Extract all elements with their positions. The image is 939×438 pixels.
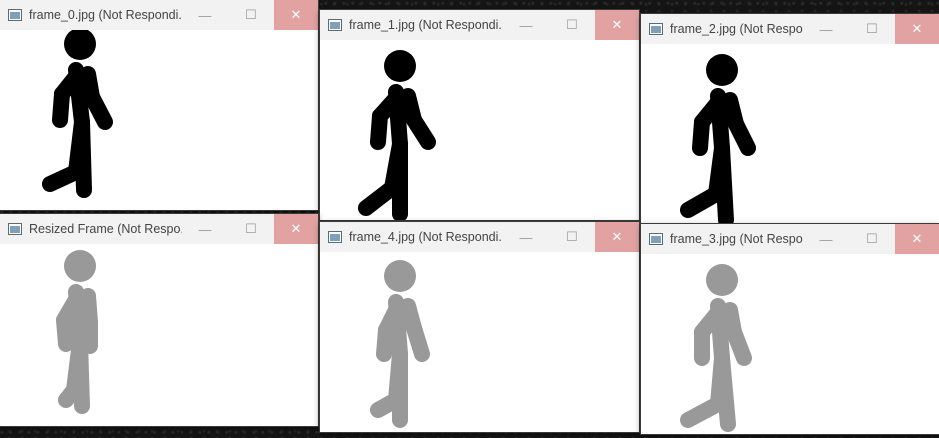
close-button[interactable]: ✕ (595, 222, 639, 252)
figure-head (706, 54, 738, 86)
window-frame-3[interactable]: frame_3.jpg (Not Respondi... — ☐ ✕ (641, 224, 939, 434)
stick-figure (56, 250, 98, 414)
figure-limb (56, 312, 74, 352)
window-app-icon (649, 233, 663, 245)
maximize-button[interactable]: ☐ (228, 214, 274, 244)
close-icon: ✕ (290, 7, 302, 22)
image-view (0, 244, 318, 426)
maximize-icon: ☐ (245, 221, 257, 236)
figure-limb (52, 86, 70, 128)
image-view (641, 254, 939, 434)
minimize-icon: — (519, 229, 533, 245)
window-app-icon (8, 9, 22, 21)
minimize-button[interactable]: — (182, 0, 228, 30)
figure-limb (84, 89, 113, 130)
close-button[interactable]: ✕ (595, 10, 639, 40)
maximize-button[interactable]: ☐ (849, 224, 895, 254)
window-title: frame_2.jpg (Not Respondi... (670, 22, 803, 36)
minimize-icon: — (198, 7, 212, 23)
minimize-icon: — (519, 17, 533, 33)
figure-limb (406, 112, 436, 150)
image-view (320, 40, 639, 220)
minimize-button[interactable]: — (803, 224, 849, 254)
figure-limb (376, 322, 394, 362)
figure-head (384, 260, 416, 292)
window-frame-1[interactable]: frame_1.jpg (Not Respondi... — ☐ ✕ (320, 10, 639, 220)
title-bar[interactable]: frame_2.jpg (Not Respondi... — ☐ ✕ (641, 14, 939, 44)
maximize-button[interactable]: ☐ (549, 10, 595, 40)
minimize-icon: — (819, 231, 833, 247)
minimize-button[interactable]: — (182, 214, 228, 244)
figure-limb (358, 180, 400, 216)
figure-limb (370, 108, 388, 150)
figure-head (706, 264, 738, 296)
window-title: frame_3.jpg (Not Respondi... (670, 232, 803, 246)
minimize-button[interactable]: — (503, 222, 549, 252)
stick-figure (358, 50, 436, 220)
minimize-icon: — (198, 221, 212, 237)
maximize-icon: ☐ (245, 7, 257, 22)
window-resized-frame[interactable]: Resized Frame (Not Respo... — ☐ ✕ (0, 214, 318, 426)
figure-limb (680, 396, 726, 428)
window-frame-0[interactable]: frame_0.jpg (Not Respondi... — ☐ ✕ (0, 0, 318, 210)
close-button[interactable]: ✕ (895, 224, 939, 254)
window-title: Resized Frame (Not Respo... (29, 222, 182, 236)
figure-head (64, 30, 96, 60)
minimize-button[interactable]: — (503, 10, 549, 40)
close-icon: ✕ (290, 221, 302, 236)
title-bar[interactable]: frame_1.jpg (Not Respondi... — ☐ ✕ (320, 10, 639, 40)
maximize-button[interactable]: ☐ (849, 14, 895, 44)
figure-limb (406, 320, 430, 362)
image-view (320, 252, 639, 432)
maximize-icon: ☐ (866, 231, 878, 246)
minimize-icon: — (819, 21, 833, 37)
window-app-icon (649, 23, 663, 35)
figure-limb (728, 116, 756, 156)
title-bar[interactable]: frame_3.jpg (Not Respondi... — ☐ ✕ (641, 224, 939, 254)
stick-figure (370, 260, 430, 428)
stick-figure (680, 54, 756, 224)
close-button[interactable]: ✕ (274, 214, 318, 244)
figure-limb (726, 324, 752, 366)
close-button[interactable]: ✕ (895, 14, 939, 44)
title-bar[interactable]: frame_0.jpg (Not Respondi... — ☐ ✕ (0, 0, 318, 30)
maximize-icon: ☐ (566, 17, 578, 32)
close-button[interactable]: ✕ (274, 0, 318, 30)
close-icon: ✕ (611, 229, 623, 244)
figure-limb (58, 382, 82, 408)
window-title: frame_4.jpg (Not Respondi... (349, 230, 503, 244)
figure-limb (714, 140, 734, 224)
maximize-icon: ☐ (866, 21, 878, 36)
figure-limb (714, 350, 736, 432)
image-view (641, 44, 939, 224)
stick-figure (680, 264, 752, 432)
stick-figure (42, 30, 113, 198)
close-icon: ✕ (611, 17, 623, 32)
minimize-button[interactable]: — (803, 14, 849, 44)
image-view (0, 30, 318, 210)
figure-limb (692, 114, 710, 156)
window-title: frame_1.jpg (Not Respondi... (349, 18, 503, 32)
maximize-icon: ☐ (566, 229, 578, 244)
figure-limb (370, 392, 404, 418)
figure-limb (74, 114, 92, 198)
maximize-button[interactable]: ☐ (549, 222, 595, 252)
figure-head (64, 250, 96, 282)
window-app-icon (8, 223, 22, 235)
figure-limb (42, 164, 84, 192)
window-frame-4[interactable]: frame_4.jpg (Not Respondi... — ☐ ✕ (320, 222, 639, 432)
title-bar[interactable]: Resized Frame (Not Respo... — ☐ ✕ (0, 214, 318, 244)
close-icon: ✕ (911, 231, 923, 246)
close-icon: ✕ (911, 21, 923, 36)
figure-limb (72, 334, 90, 414)
figure-head (384, 50, 416, 82)
figure-limb (680, 186, 724, 218)
window-app-icon (328, 19, 342, 31)
window-app-icon (328, 231, 342, 243)
maximize-button[interactable]: ☐ (228, 0, 274, 30)
window-frame-2[interactable]: frame_2.jpg (Not Respondi... — ☐ ✕ (641, 14, 939, 224)
title-bar[interactable]: frame_4.jpg (Not Respondi... — ☐ ✕ (320, 222, 639, 252)
window-title: frame_0.jpg (Not Respondi... (29, 8, 182, 22)
